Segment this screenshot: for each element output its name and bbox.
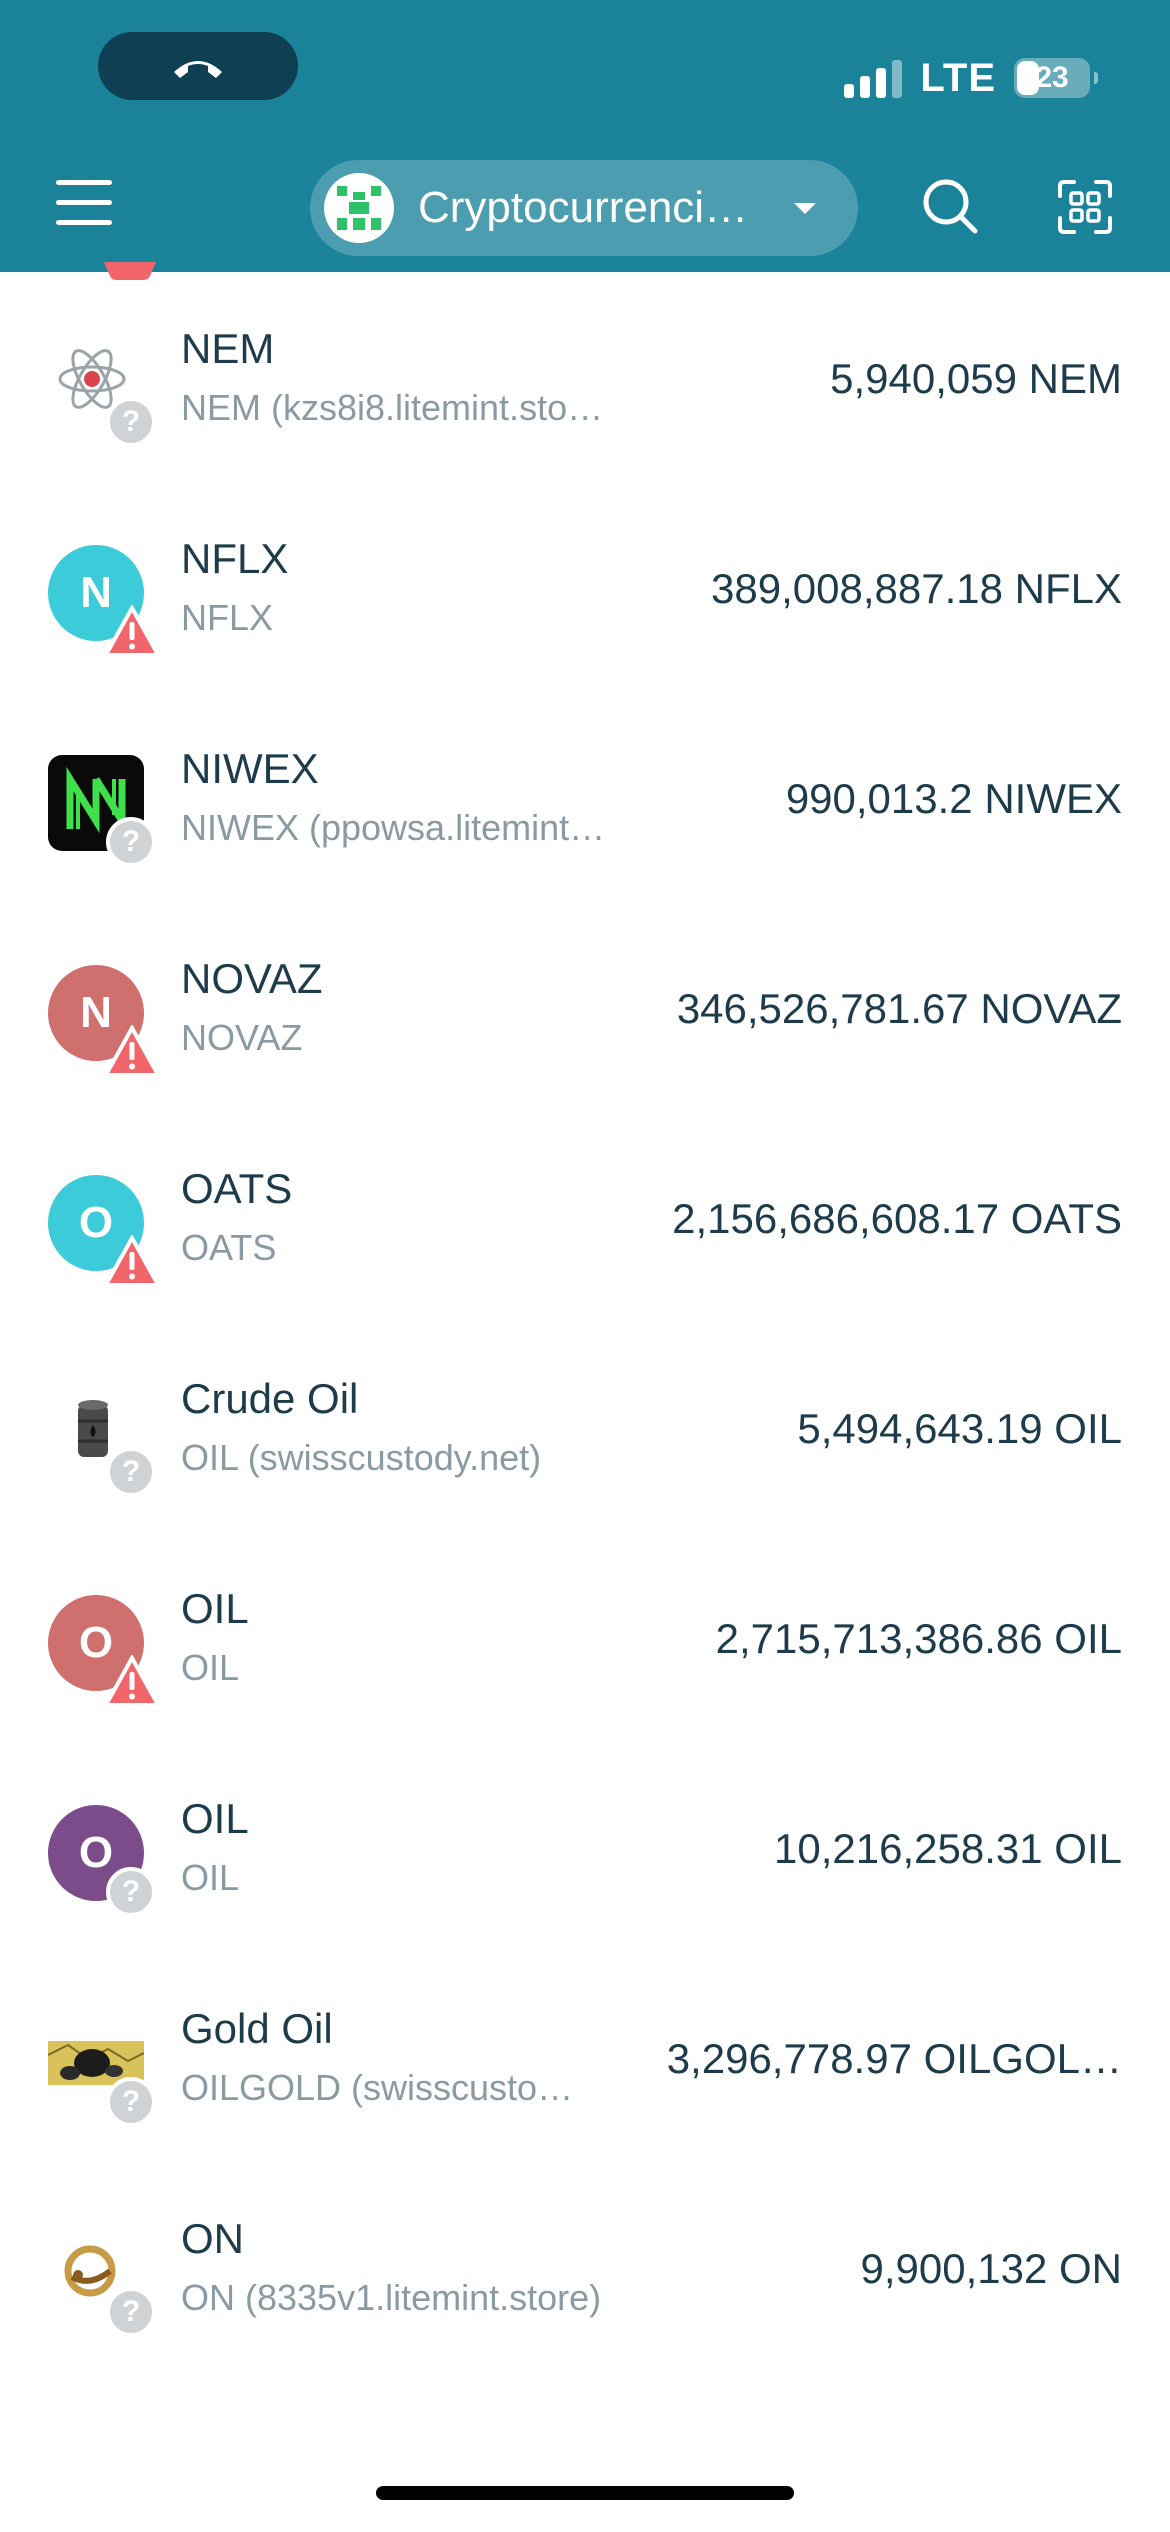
token-balance: 5,940,059 NEM xyxy=(830,355,1122,402)
token-name: NIWEX xyxy=(181,745,319,792)
token-issuer: NIWEX (ppowsa.litemint.store) xyxy=(181,807,611,848)
unverified-icon: ? xyxy=(106,817,156,867)
token-name: Gold Oil xyxy=(181,2005,333,2052)
on-ring-icon: ? xyxy=(48,2225,156,2337)
token-row[interactable]: ? Crude Oil OIL (swisscustody.net) 5,494… xyxy=(0,1325,1170,1535)
home-indicator[interactable] xyxy=(376,2486,794,2500)
network-selector-label: Cryptocurrenci… xyxy=(418,183,749,232)
unverified-icon: ? xyxy=(106,1447,156,1497)
battery-icon: 23 xyxy=(1014,58,1098,98)
token-balance: 5,494,643.19 OIL xyxy=(797,1405,1122,1452)
token-balance: 2,156,686,608.17 OATS xyxy=(672,1195,1122,1242)
phone-icon xyxy=(174,61,222,78)
token-balance: 389,008,887.18 NFLX xyxy=(711,565,1122,612)
token-row[interactable]: ? NIWEX NIWEX (ppowsa.litemint.store) 99… xyxy=(0,695,1170,905)
qr-scan-icon[interactable] xyxy=(1056,178,1114,236)
unverified-icon: ? xyxy=(106,1867,156,1917)
token-name: Crude Oil xyxy=(181,1375,359,1422)
warning-icon xyxy=(104,605,160,657)
token-issuer: OIL (swisscustody.net) xyxy=(181,1437,542,1478)
token-issuer: NFLX xyxy=(181,597,274,638)
menu-icon[interactable] xyxy=(56,178,112,228)
unverified-icon: ? xyxy=(106,397,156,447)
app-header: LTE 23 Cryptocurrenci… xyxy=(0,0,1170,272)
token-row[interactable]: O ? OIL OIL 10,216,258.31 OIL xyxy=(0,1745,1170,1955)
search-icon[interactable] xyxy=(920,176,980,236)
token-name: NOVAZ xyxy=(181,955,323,1002)
token-row[interactable]: O OATS OATS 2,156,686,608.17 OATS xyxy=(0,1115,1170,1325)
niwex-logo-icon: ? xyxy=(48,755,156,867)
warning-icon xyxy=(104,1025,160,1077)
token-row[interactable]: ? NEM NEM (kzs8i8.litemint.store) 5,940,… xyxy=(0,275,1170,485)
chevron-down-icon xyxy=(794,202,816,214)
unverified-icon: ? xyxy=(106,2287,156,2337)
token-balance: 10,216,258.31 OIL xyxy=(774,1825,1122,1872)
token-name: OIL xyxy=(181,1795,249,1842)
active-call-pill[interactable] xyxy=(98,32,298,100)
network-logo-icon xyxy=(324,173,394,243)
token-issuer: OIL xyxy=(181,1857,240,1898)
atom-icon: ? xyxy=(48,335,156,447)
token-issuer: NOVAZ xyxy=(181,1017,303,1058)
network-selector[interactable]: Cryptocurrenci… xyxy=(310,160,858,256)
network-type: LTE xyxy=(920,55,996,100)
warning-icon xyxy=(104,1655,160,1707)
token-issuer: OIL xyxy=(181,1647,240,1688)
gold-oil-icon: ? xyxy=(47,2015,156,2127)
token-row[interactable]: O OIL OIL 2,715,713,386.86 OIL xyxy=(0,1535,1170,1745)
token-avatar: O xyxy=(48,1175,160,1287)
token-row[interactable]: N NFLX NFLX 389,008,887.18 NFLX xyxy=(0,485,1170,695)
token-row[interactable]: N NOVAZ NOVAZ 346,526,781.67 NOVAZ xyxy=(0,905,1170,1115)
token-issuer: OILGOLD (swisscusto… xyxy=(181,2067,574,2108)
battery-level: 23 xyxy=(1035,61,1069,94)
token-name: ON xyxy=(181,2215,244,2262)
token-name: OIL xyxy=(181,1585,249,1632)
token-balance: 990,013.2 NIWEX xyxy=(785,775,1122,822)
token-name: NEM xyxy=(181,325,275,372)
token-balance: 3,296,778.97 OILGOL… xyxy=(666,2035,1122,2082)
token-avatar: O ? xyxy=(48,1805,156,1917)
token-issuer: OATS xyxy=(181,1227,277,1268)
token-name: NFLX xyxy=(181,535,289,582)
token-balance: 346,526,781.67 NOVAZ xyxy=(676,985,1122,1032)
token-row[interactable]: ? Gold Oil OILGOLD (swisscusto… 3,296,77… xyxy=(0,1955,1170,2165)
token-issuer: NEM (kzs8i8.litemint.store) xyxy=(181,387,611,428)
unverified-icon: ? xyxy=(106,2077,156,2127)
token-row[interactable]: ? ON ON (8335v1.litemint.store) 9,900,13… xyxy=(0,2165,1170,2375)
status-indicators: LTE 23 xyxy=(844,50,1098,106)
token-balance: 2,715,713,386.86 OIL xyxy=(715,1615,1122,1662)
token-avatar: N xyxy=(48,965,160,1077)
token-avatar: N xyxy=(48,545,160,657)
token-issuer: ON (8335v1.litemint.store) xyxy=(181,2277,602,2318)
token-list: ? NEM NEM (kzs8i8.litemint.store) 5,940,… xyxy=(0,275,1170,2375)
token-name: OATS xyxy=(181,1165,293,1212)
token-avatar: O xyxy=(48,1595,160,1707)
token-balance: 9,900,132 ON xyxy=(860,2245,1122,2292)
warning-icon xyxy=(104,1235,160,1287)
signal-icon xyxy=(844,58,903,98)
oil-barrel-icon: ? xyxy=(48,1385,156,1497)
